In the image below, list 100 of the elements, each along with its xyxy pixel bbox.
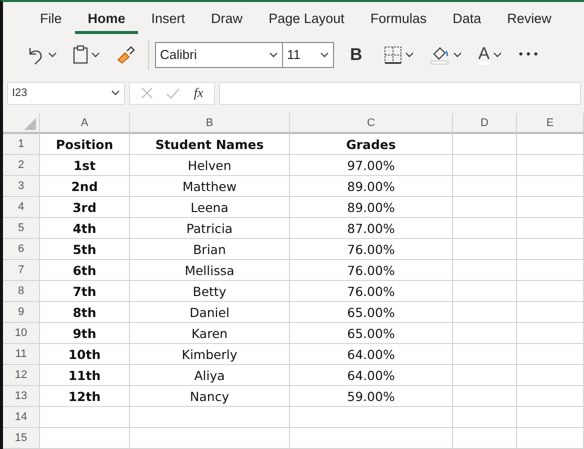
- table-cell: [517, 407, 584, 428]
- table-cell: [453, 281, 517, 302]
- row-header[interactable]: 14: [3, 407, 40, 428]
- table-cell: [517, 323, 584, 344]
- table-cell: 76.00%: [290, 281, 453, 302]
- table-cell: 59.00%: [290, 386, 453, 407]
- table-cell: Student Names: [130, 134, 290, 155]
- column-header[interactable]: B: [130, 113, 290, 134]
- check-icon[interactable]: [166, 88, 180, 99]
- caret-icon: [111, 90, 120, 96]
- table-cell: [517, 365, 584, 386]
- ribbon-tab[interactable]: Review: [494, 2, 564, 34]
- table-cell: [517, 134, 584, 155]
- font-color-button[interactable]: A: [472, 40, 508, 70]
- row-header[interactable]: 3: [3, 176, 40, 197]
- table-cell: 4th: [40, 218, 130, 239]
- row-header[interactable]: 12: [3, 365, 40, 386]
- caret-icon: [48, 52, 57, 58]
- table-cell: 65.00%: [290, 323, 453, 344]
- ribbon-tab[interactable]: Page Layout: [256, 2, 358, 34]
- column-header[interactable]: E: [517, 113, 584, 134]
- row-header[interactable]: 11: [3, 344, 40, 365]
- font-name-dropdown[interactable]: Calibri: [155, 42, 283, 68]
- table-cell: [453, 386, 517, 407]
- table-cell: [453, 176, 517, 197]
- table-cell: Karen: [130, 323, 290, 344]
- table-cell: [517, 155, 584, 176]
- bold-button[interactable]: B: [338, 44, 374, 65]
- table-cell: 10th: [40, 344, 130, 365]
- formula-input[interactable]: [219, 82, 581, 105]
- table-cell: 65.00%: [290, 302, 453, 323]
- table-cell: [517, 386, 584, 407]
- table-cell: [453, 365, 517, 386]
- table-cell: 7th: [40, 281, 130, 302]
- table-cell: 12th: [40, 386, 130, 407]
- paint-bucket-icon: [430, 44, 450, 65]
- table-cell: 3rd: [40, 197, 130, 218]
- clipboard-icon: [73, 45, 88, 64]
- insert-function-button[interactable]: fx: [194, 85, 204, 102]
- table-cell: Mellissa: [130, 260, 290, 281]
- table-cell: 89.00%: [290, 176, 453, 197]
- table-cell: Leena: [130, 197, 290, 218]
- ribbon-tab[interactable]: Formulas: [357, 2, 440, 34]
- caret-icon: [320, 52, 329, 58]
- row-header[interactable]: 8: [3, 281, 40, 302]
- more-options-button[interactable]: •••: [512, 48, 546, 62]
- row-header[interactable]: 13: [3, 386, 40, 407]
- table-cell: Position: [40, 134, 130, 155]
- row-header[interactable]: 10: [3, 323, 40, 344]
- table-cell: [517, 428, 584, 449]
- table-cell: 76.00%: [290, 239, 453, 260]
- row-header[interactable]: 1: [3, 134, 40, 155]
- table-cell: [453, 323, 517, 344]
- table-cell: Brian: [130, 239, 290, 260]
- column-header[interactable]: A: [40, 113, 130, 134]
- table-cell: [517, 302, 584, 323]
- table-cell: [453, 197, 517, 218]
- table-cell: Aliya: [130, 365, 290, 386]
- name-box[interactable]: I23: [7, 82, 125, 105]
- table-cell: [517, 260, 584, 281]
- borders-icon: [384, 46, 402, 64]
- table-cell: [453, 155, 517, 176]
- ribbon-tab[interactable]: Draw: [198, 2, 256, 34]
- table-cell: [517, 281, 584, 302]
- table-cell: Nancy: [130, 386, 290, 407]
- row-header[interactable]: 2: [3, 155, 40, 176]
- table-cell: Helven: [130, 155, 290, 176]
- ribbon-tab[interactable]: Data: [440, 2, 494, 34]
- row-header[interactable]: 4: [3, 197, 40, 218]
- table-cell: 5th: [40, 239, 130, 260]
- table-cell: [453, 428, 517, 449]
- table-cell: [517, 176, 584, 197]
- ribbon-tab[interactable]: Home: [74, 2, 138, 34]
- caret-icon: [453, 52, 462, 58]
- row-header[interactable]: 6: [3, 239, 40, 260]
- row-header[interactable]: 5: [3, 218, 40, 239]
- corner-triangle-icon: [24, 118, 36, 130]
- table-cell: 76.00%: [290, 260, 453, 281]
- table-cell: Patricia: [130, 218, 290, 239]
- table-cell: [517, 239, 584, 260]
- caret-icon: [492, 52, 502, 58]
- ribbon-tab[interactable]: File: [27, 2, 75, 34]
- table-cell: Betty: [130, 281, 290, 302]
- column-header[interactable]: C: [290, 113, 453, 134]
- column-header[interactable]: D: [453, 113, 517, 134]
- ribbon-tab[interactable]: Insert: [138, 2, 198, 34]
- table-cell: [453, 239, 517, 260]
- table-cell: 11th: [40, 365, 130, 386]
- table-cell: 9th: [40, 323, 130, 344]
- table-cell: Kimberly: [130, 344, 290, 365]
- row-header[interactable]: 9: [3, 302, 40, 323]
- row-header[interactable]: 7: [3, 260, 40, 281]
- table-cell: 64.00%: [290, 365, 453, 386]
- table-cell: 89.00%: [290, 197, 453, 218]
- table-cell: [517, 344, 584, 365]
- table-cell: 1st: [40, 155, 130, 176]
- row-header[interactable]: 15: [3, 428, 40, 449]
- caret-icon: [269, 52, 278, 58]
- table-cell: 8th: [40, 302, 130, 323]
- font-size-dropdown[interactable]: 11: [283, 42, 334, 68]
